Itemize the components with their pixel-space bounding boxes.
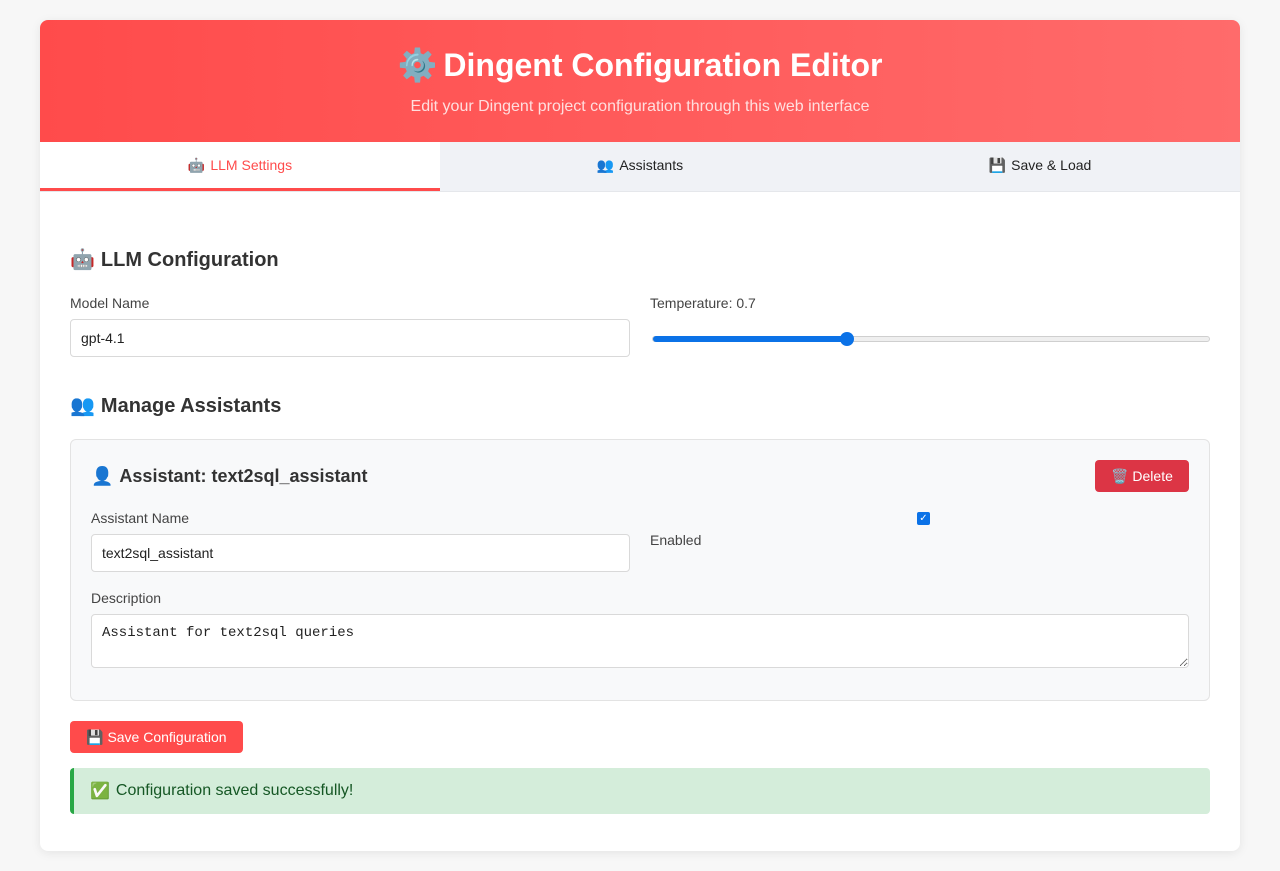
gear-icon: ⚙️ [397,47,438,83]
users-icon: 👥 [596,156,615,173]
model-name-label: Model Name [70,295,150,311]
tab-save-load[interactable]: 💾 Save & Load [840,142,1240,191]
assistants-section-title-text: Manage Assistants [100,395,282,417]
check-mark-icon: ✅ [90,783,110,800]
tab-label: Assistants [619,157,684,173]
page-title: ⚙️ Dingent Configuration Editor [40,20,1240,84]
slider-fill [653,336,848,342]
enabled-checkbox[interactable]: ✓ [917,512,930,525]
llm-section-title: 🤖 LLM Configuration [70,247,1210,273]
page-header: ⚙️ Dingent Configuration Editor Edit your… [40,20,1240,142]
page-subtitle: Edit your Dingent project configuration … [410,98,870,115]
tab-content: 🤖LLM Configuration Model Name Temperatur… [40,192,1240,814]
assistant-title: 👤 Assistant: text2sql_assistant [91,466,368,487]
enabled-label: Enabled [650,532,702,548]
robot-icon: 🤖 [70,249,95,271]
assistants-section-title: 👥 Manage Assistants [70,393,1210,419]
assistant-name-label: Assistant Name [91,510,190,526]
tab-llm-settings[interactable]: 🤖 LLM Settings [40,142,440,191]
description-textarea[interactable]: Assistant for text2sql queries [91,614,1189,668]
assistant-card-header: 👤 Assistant: text2sql_assistant 🗑️ Delete [91,460,1189,492]
tab-assistants[interactable]: 👥 Assistants [440,142,840,191]
tab-bar: 🤖 LLM Settings 👥 Assistants 💾 Save & Load [40,142,1240,192]
tab-label: Save & Load [1011,157,1092,173]
tab-label: LLM Settings [210,157,293,173]
assistant-title-text: Assistant: text2sql_assistant [119,465,368,486]
assistant-fields-row: Assistant Name ✓ Enabled [91,510,1189,572]
enabled-checkbox-wrap: ✓ [917,508,930,526]
floppy-disk-icon: 💾 [988,156,1007,173]
assistant-card: 👤 Assistant: text2sql_assistant 🗑️ Delete… [70,439,1210,701]
success-message: Configuration saved successfully! [115,782,354,799]
description-group: Description Assistant for text2sql queri… [91,590,1189,673]
assistant-name-group: Assistant Name [91,510,630,572]
save-configuration-label: Save Configuration [107,728,227,745]
temperature-slider[interactable] [650,319,1210,357]
users-icon: 👥 [70,395,95,417]
config-editor-card: ⚙️ Dingent Configuration Editor Edit your… [40,20,1240,851]
assistant-name-input[interactable] [91,534,630,572]
llm-section-title-text: LLM Configuration [100,249,279,271]
model-name-input[interactable] [70,319,630,357]
temperature-label: Temperature: 0.7 [650,295,756,311]
save-configuration-button[interactable]: 💾 Save Configuration [70,721,243,753]
slider-thumb[interactable] [840,332,855,346]
enabled-group: ✓ Enabled [650,510,1189,572]
success-alert: ✅ Configuration saved successfully! [70,768,1210,814]
temperature-group: Temperature: 0.7 [650,295,1210,357]
user-icon: 👤 [91,465,114,486]
page-title-text: Dingent Configuration Editor [443,47,883,83]
model-name-group: Model Name [70,295,630,357]
description-label: Description [91,590,162,606]
delete-assistant-button[interactable]: 🗑️ Delete [1095,460,1189,492]
llm-fields-row: Model Name Temperature: 0.7 [70,295,1210,357]
robot-icon: 🤖 [187,156,206,173]
floppy-disk-icon: 💾 [86,728,104,745]
slider-track[interactable] [652,336,1210,342]
